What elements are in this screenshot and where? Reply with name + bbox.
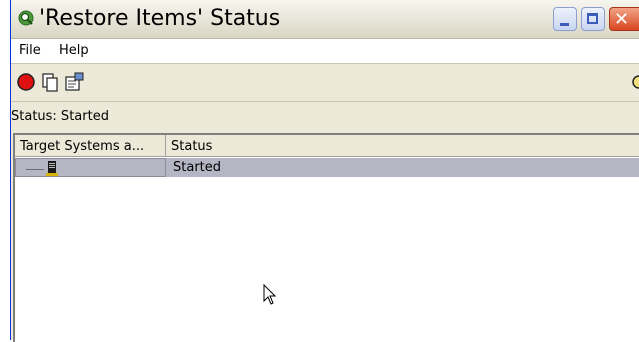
maximize-icon [587, 13, 598, 24]
minimize-icon [560, 23, 569, 26]
status-cell: Started [173, 160, 222, 175]
mouse-pointer-icon [263, 284, 277, 305]
column-header-target-systems[interactable]: Target Systems a... [15, 135, 166, 157]
system-icon [46, 161, 58, 176]
indicator-icon [632, 75, 639, 89]
app-icon [18, 10, 34, 26]
minimize-button[interactable] [553, 7, 577, 31]
title-bar[interactable]: 'Restore Items' Status ✕ [11, 0, 639, 39]
tree-line [26, 169, 44, 170]
table-row[interactable]: Started [15, 158, 639, 177]
target-systems-table: Target Systems a... Status Started [13, 133, 639, 342]
menu-help[interactable]: Help [59, 43, 89, 58]
close-icon: ✕ [614, 9, 630, 30]
toolbar [11, 64, 639, 100]
menu-bar: File Help [11, 39, 639, 64]
stop-icon[interactable] [15, 71, 37, 93]
close-button[interactable]: ✕ [609, 7, 639, 31]
target-cell[interactable] [15, 158, 166, 177]
restore-items-status-window: 'Restore Items' Status ✕ File Help Statu… [10, 0, 639, 342]
status-line: Status: Started [11, 101, 639, 130]
column-header-status[interactable]: Status [166, 135, 639, 157]
status-text: Status: Started [11, 109, 109, 124]
maximize-button[interactable] [581, 7, 605, 31]
menu-file[interactable]: File [19, 43, 41, 58]
properties-icon[interactable] [63, 71, 85, 93]
window-title: 'Restore Items' Status [39, 6, 281, 31]
copy-icon[interactable] [39, 71, 61, 93]
